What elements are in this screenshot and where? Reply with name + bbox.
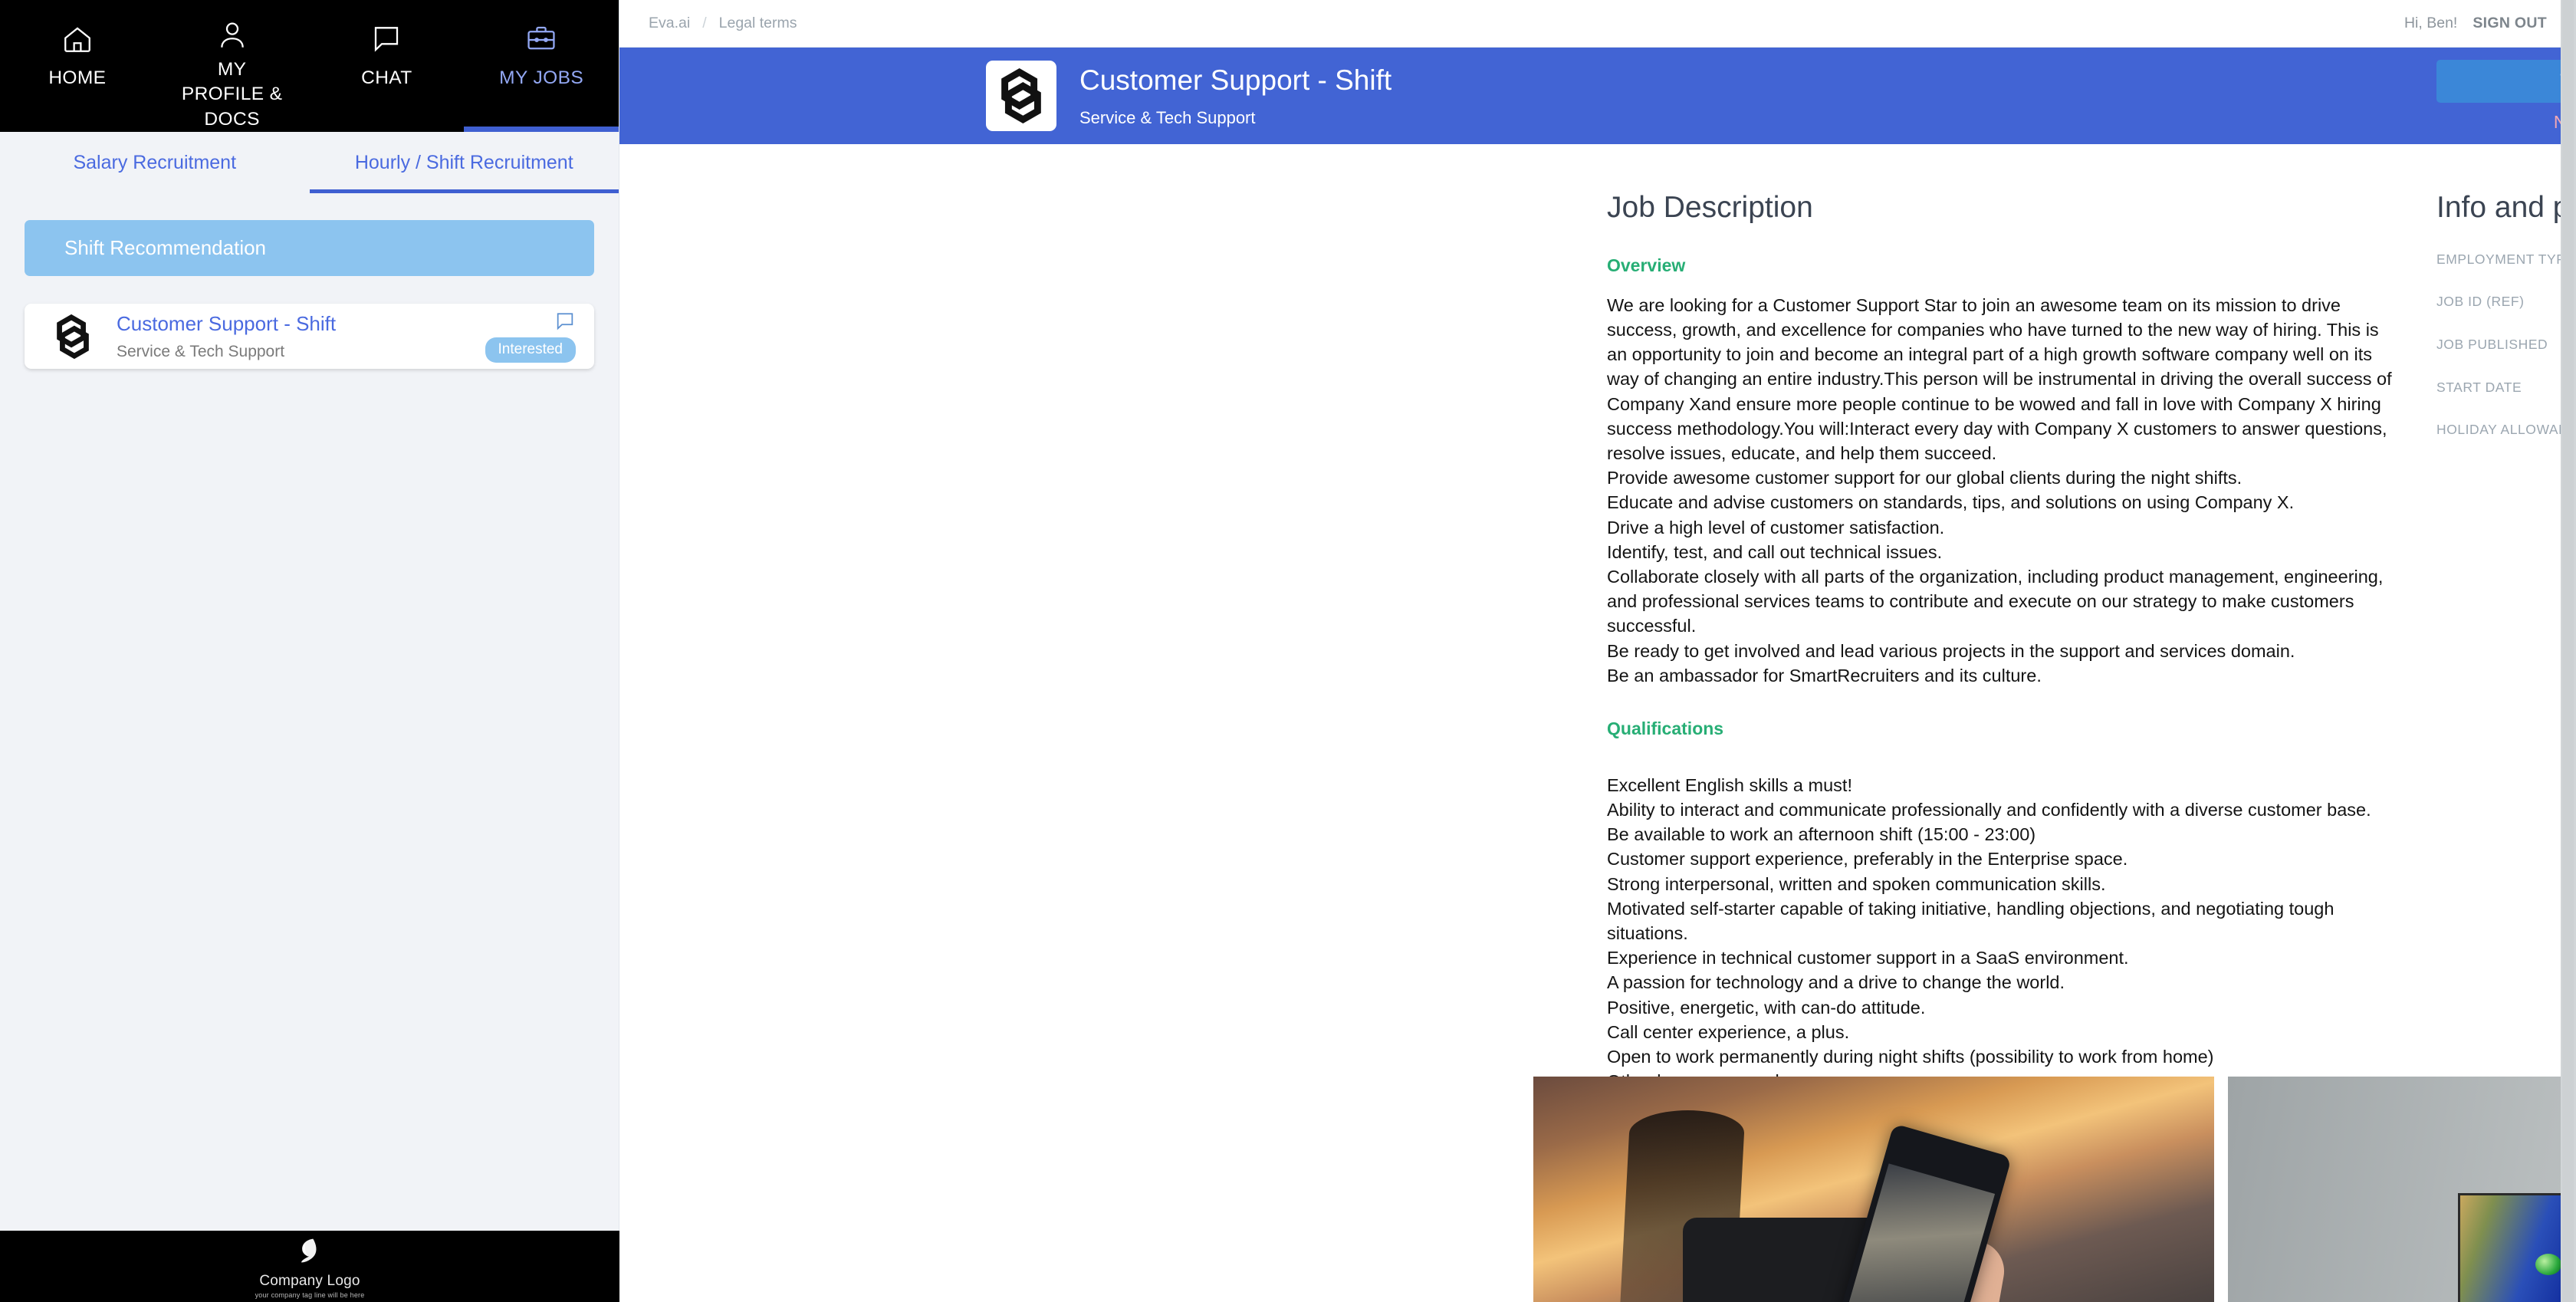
- gallery-image-city-sunset-phone-photo[interactable]: [1533, 1077, 2214, 1302]
- tv-shape: [2458, 1193, 2576, 1302]
- info-and-perks-panel: Info and perks EMPLOYMENT TYPE Contracto…: [2436, 192, 2576, 464]
- job-header-banner: Customer Support - Shift Service & Tech …: [619, 48, 2576, 144]
- footer-logo-inner: Company Logo your company tag line will …: [255, 1234, 365, 1299]
- tab-salary-recruitment[interactable]: Salary Recruitment: [0, 132, 310, 193]
- info-row-start-date: START DATE 28/05/21: [2436, 379, 2576, 400]
- nav-item-my-profile-docs[interactable]: MY PROFILE & DOCS: [155, 0, 310, 132]
- tab-active-indicator: [310, 189, 619, 193]
- left-panel: HOME MY PROFILE & DOCS CHAT: [0, 0, 619, 1302]
- recruitment-tabs: Salary Recruitment Hourly / Shift Recrui…: [0, 132, 619, 193]
- app-root: HOME MY PROFILE & DOCS CHAT: [0, 0, 2576, 1302]
- info-label: EMPLOYMENT TYPE: [2436, 251, 2576, 269]
- swirl-logo-icon: [293, 1234, 327, 1271]
- info-row-job-id: JOB ID (REF) 12292477: [2436, 293, 2576, 314]
- info-label: START DATE: [2436, 379, 2576, 397]
- qualifications-body: Excellent English skills a must! Ability…: [1607, 773, 2395, 1093]
- chat-bubble-icon: [370, 17, 402, 61]
- job-media-gallery: [1533, 1077, 2576, 1302]
- tab-label: Hourly / Shift Recruitment: [355, 152, 573, 174]
- nav-item-home[interactable]: HOME: [0, 0, 155, 132]
- main-navigation: HOME MY PROFILE & DOCS CHAT: [0, 0, 619, 132]
- job-header-subtitle: Service & Tech Support: [1079, 108, 1392, 128]
- user-icon: [216, 17, 248, 53]
- tab-label: Salary Recruitment: [73, 152, 236, 174]
- breadcrumb-item-eva-ai[interactable]: Eva.ai: [649, 15, 690, 32]
- company-hex-logo-icon: [48, 311, 98, 362]
- status-badge-interested: Interested: [485, 337, 577, 363]
- breadcrumb-separator: /: [702, 15, 706, 32]
- nav-item-label: CHAT: [361, 66, 412, 90]
- breadcrumb: Eva.ai / Legal terms: [649, 15, 797, 32]
- top-bar: Eva.ai / Legal terms Hi, Ben! SIGN OUT: [619, 0, 2576, 48]
- gallery-image-tv-on-wall-interior-photo[interactable]: [2228, 1077, 2576, 1302]
- footer-logo-name: Company Logo: [259, 1273, 360, 1290]
- job-header-text: Customer Support - Shift Service & Tech …: [1079, 64, 1392, 127]
- job-header-actions: Talk to an agent No More Available: [2436, 48, 2576, 144]
- breadcrumb-item-legal-terms[interactable]: Legal terms: [719, 15, 797, 32]
- shift-recommendation-header: Shift Recommendation: [25, 220, 594, 276]
- qualifications-heading: Qualifications: [1607, 718, 2512, 739]
- sidebar-job-subtitle: Service & Tech Support: [117, 343, 485, 361]
- tab-hourly-shift-recruitment[interactable]: Hourly / Shift Recruitment: [310, 132, 619, 193]
- job-header-identity: Customer Support - Shift Service & Tech …: [619, 61, 1392, 131]
- info-label: JOB ID (REF): [2436, 293, 2576, 311]
- nav-active-indicator: [464, 127, 619, 132]
- shift-recommendation-label: Shift Recommendation: [64, 236, 266, 260]
- nav-item-chat[interactable]: CHAT: [310, 0, 465, 132]
- home-icon: [61, 17, 94, 61]
- talk-to-an-agent-button[interactable]: Talk to an agent: [2436, 60, 2576, 103]
- nav-item-label: MY JOBS: [499, 66, 583, 90]
- info-and-perks-heading: Info and perks: [2436, 192, 2576, 225]
- user-greeting: Hi, Ben!: [2404, 15, 2457, 32]
- nav-item-my-jobs[interactable]: MY JOBS: [464, 0, 619, 132]
- scrollbar-thumb[interactable]: [2562, 0, 2574, 1302]
- info-label: HOLIDAY ALLOWANCE: [2436, 421, 2576, 439]
- main-content: Eva.ai / Legal terms Hi, Ben! SIGN OUT: [619, 0, 2576, 1302]
- page-scrollbar[interactable]: [2561, 0, 2576, 1302]
- info-row-employment-type: EMPLOYMENT TYPE Contractors: [2436, 251, 2576, 272]
- info-and-perks-table: EMPLOYMENT TYPE Contractors JOB ID (REF)…: [2436, 251, 2576, 442]
- info-label: JOB PUBLISHED: [2436, 336, 2576, 354]
- sidebar-job-card[interactable]: Customer Support - Shift Service & Tech …: [25, 304, 594, 369]
- overview-heading: Overview: [1607, 255, 2512, 276]
- company-hex-logo-icon: [986, 61, 1056, 131]
- sidebar-job-card-right: Interested: [485, 311, 577, 363]
- nav-item-label: MY PROFILE & DOCS: [175, 58, 290, 132]
- job-description-column: Job Description Overview We are looking …: [1607, 192, 2512, 1093]
- sidebar-footer-company-logo: Company Logo your company tag line will …: [0, 1231, 619, 1302]
- job-description-heading: Job Description: [1607, 192, 2512, 225]
- sign-out-button[interactable]: SIGN OUT: [2472, 15, 2547, 32]
- info-row-holiday-allowance: HOLIDAY ALLOWANCE No: [2436, 421, 2576, 442]
- sidebar-job-title: Customer Support - Shift: [117, 311, 485, 337]
- footer-logo-tagline: your company tag line will be here: [255, 1291, 365, 1299]
- sidebar-job-card-text: Customer Support - Shift Service & Tech …: [117, 311, 485, 361]
- chat-bubble-icon[interactable]: [554, 311, 576, 336]
- nav-item-label: HOME: [48, 66, 106, 90]
- info-row-job-published: JOB PUBLISHED 28/05/21: [2436, 336, 2576, 357]
- page-title: Customer Support - Shift: [1079, 64, 1392, 97]
- briefcase-icon: [525, 17, 557, 61]
- top-bar-right: Hi, Ben! SIGN OUT: [2404, 15, 2547, 32]
- overview-body: We are looking for a Customer Support St…: [1607, 293, 2395, 688]
